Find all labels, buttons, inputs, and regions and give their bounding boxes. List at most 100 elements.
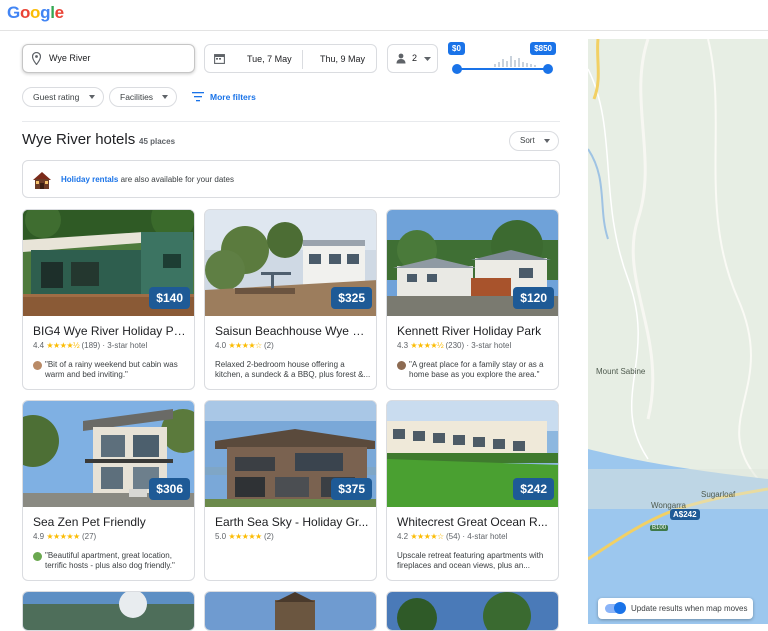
hotel-price: $140 — [149, 287, 190, 309]
results-title: Wye River hotels — [22, 131, 136, 148]
hotel-photo[interactable]: $140 — [23, 210, 194, 316]
hotel-card[interactable] — [22, 591, 195, 631]
review-count: (27) — [81, 532, 97, 541]
rating-value: 4.9 — [33, 532, 45, 541]
banner-rest-text: are also available for your dates — [118, 175, 234, 184]
review-count: (189) — [81, 341, 101, 350]
guest-rating-filter[interactable]: Guest rating — [22, 87, 104, 107]
update-on-map-move-toggle[interactable]: Update results when map moves — [598, 598, 753, 619]
sort-button[interactable]: Sort — [509, 131, 559, 151]
results-count: 45 places — [139, 137, 176, 146]
guest-count: 2 — [412, 53, 418, 63]
person-icon — [396, 53, 406, 64]
hotel-card[interactable]: $325 Saisun Beachhouse Wye Ri... 4.0 ★★★… — [204, 209, 377, 390]
review-count: (54) — [445, 532, 461, 541]
check-out-date[interactable]: Thu, 9 May — [320, 54, 365, 64]
hotel-name[interactable]: Sea Zen Pet Friendly — [33, 515, 189, 529]
check-in-date[interactable]: Tue, 7 May — [247, 54, 292, 64]
location-input[interactable]: Wye River — [22, 44, 195, 73]
road-marker: B100 — [650, 525, 669, 531]
hotel-class: · 3-star hotel — [100, 341, 148, 350]
hotel-photo — [205, 592, 376, 630]
star-rating-icon: ★★★★☆ — [410, 532, 444, 541]
hotel-rating-line: 4.0 ★★★★☆ (2) — [215, 341, 274, 350]
hotel-name[interactable]: Kennett River Holiday Park — [397, 324, 553, 338]
house-icon — [33, 172, 51, 189]
filter-icon — [192, 92, 204, 102]
hotel-class: · 4-star hotel — [460, 532, 508, 541]
hotel-card[interactable]: $375 Earth Sea Sky - Holiday Gr... 5.0 ★… — [204, 400, 377, 581]
more-filters-label: More filters — [210, 92, 256, 102]
map-panel[interactable]: Mount Sabine Wongarra Sugarloaf B100 A$2… — [588, 39, 768, 624]
holiday-rentals-link[interactable]: Holiday rentals — [61, 175, 118, 184]
map-label-place: Sugarloaf — [701, 490, 736, 499]
hotel-card[interactable] — [386, 591, 559, 631]
hotel-card[interactable]: $306 Sea Zen Pet Friendly 4.9 ★★★★★ (27)… — [22, 400, 195, 581]
hotel-photo[interactable]: $120 — [387, 210, 558, 316]
hotel-price: $120 — [513, 287, 554, 309]
hotel-photo[interactable]: $325 — [205, 210, 376, 316]
star-rating-icon: ★★★★½ — [46, 341, 80, 350]
facilities-filter[interactable]: Facilities — [109, 87, 177, 107]
hotel-price: $242 — [513, 478, 554, 500]
star-rating-icon: ★★★★★ — [228, 532, 262, 541]
star-rating-icon: ★★★★☆ — [228, 341, 262, 350]
hotel-rating-line: 4.9 ★★★★★ (27) — [33, 532, 96, 541]
rating-value: 5.0 — [215, 532, 227, 541]
hotel-review-snippet: "Beautiful apartment, great location, te… — [45, 551, 175, 570]
chevron-down-icon — [424, 57, 431, 61]
hotel-photo[interactable]: $306 — [23, 401, 194, 507]
price-min-label: $0 — [448, 42, 465, 55]
price-max-handle[interactable] — [543, 64, 553, 74]
hotel-rating-line: 4.3 ★★★★½ (230) · 3-star hotel — [397, 341, 511, 350]
hotel-card[interactable] — [204, 591, 377, 631]
top-bar: Google — [0, 0, 768, 31]
hotel-card[interactable]: $120 Kennett River Holiday Park 4.3 ★★★★… — [386, 209, 559, 390]
price-range-slider[interactable]: $0 $850 — [448, 42, 556, 74]
toggle-knob[interactable] — [614, 602, 626, 614]
hotel-name[interactable]: Saisun Beachhouse Wye Ri... — [215, 324, 371, 338]
hotel-name[interactable]: BIG4 Wye River Holiday Pa... — [33, 324, 189, 338]
hotel-card[interactable]: $140 BIG4 Wye River Holiday Pa... 4.4 ★★… — [22, 209, 195, 390]
rating-value: 4.4 — [33, 341, 45, 350]
map-price-pin[interactable]: A$242 — [670, 509, 700, 520]
hotel-class: · 3-star hotel — [464, 341, 512, 350]
hotel-price: $306 — [149, 478, 190, 500]
review-count: (230) — [445, 341, 465, 350]
hotel-price: $325 — [331, 287, 372, 309]
location-value: Wye River — [49, 53, 91, 63]
star-rating-icon: ★★★★½ — [410, 341, 444, 350]
location-pin-icon — [32, 52, 41, 65]
chevron-down-icon — [544, 139, 550, 143]
review-count: (2) — [263, 341, 274, 350]
reviewer-avatar — [397, 361, 406, 370]
banner-text: Holiday rentals are also available for y… — [61, 175, 234, 184]
holiday-rentals-banner: Holiday rentals are also available for y… — [22, 160, 560, 198]
hotel-description: Relaxed 2-bedroom house offering a kitch… — [215, 360, 371, 379]
chevron-down-icon — [162, 95, 168, 99]
hotel-review-snippet: "A great place for a family stay or as a… — [409, 360, 544, 379]
guests-selector[interactable]: 2 — [387, 44, 438, 73]
price-max-label: $850 — [530, 42, 556, 55]
hotel-card[interactable]: $242 Whitecrest Great Ocean R... 4.2 ★★★… — [386, 400, 559, 581]
hotel-rating-line: 4.4 ★★★★½ (189) · 3-star hotel — [33, 341, 147, 350]
hotel-name[interactable]: Whitecrest Great Ocean R... — [397, 515, 553, 529]
reviewer-avatar — [33, 552, 42, 561]
map-label-place: Mount Sabine — [596, 367, 646, 376]
calendar-icon — [214, 54, 225, 64]
hotel-price: $375 — [331, 478, 372, 500]
hotel-rating-line: 4.2 ★★★★☆ (54) · 4-star hotel — [397, 532, 507, 541]
hotel-name[interactable]: Earth Sea Sky - Holiday Gr... — [215, 515, 371, 529]
price-min-handle[interactable] — [452, 64, 462, 74]
sort-label: Sort — [520, 136, 535, 145]
hotel-description: Upscale retreat featuring apartments wit… — [397, 551, 544, 570]
hotel-photo[interactable]: $375 — [205, 401, 376, 507]
price-track — [457, 68, 548, 70]
date-picker[interactable]: Tue, 7 May Thu, 9 May — [204, 44, 377, 73]
rating-value: 4.0 — [215, 341, 227, 350]
divider — [22, 121, 560, 122]
star-rating-icon: ★★★★★ — [46, 532, 80, 541]
hotel-photo[interactable]: $242 — [387, 401, 558, 507]
rating-value: 4.3 — [397, 341, 409, 350]
google-logo[interactable]: Google — [7, 3, 64, 23]
